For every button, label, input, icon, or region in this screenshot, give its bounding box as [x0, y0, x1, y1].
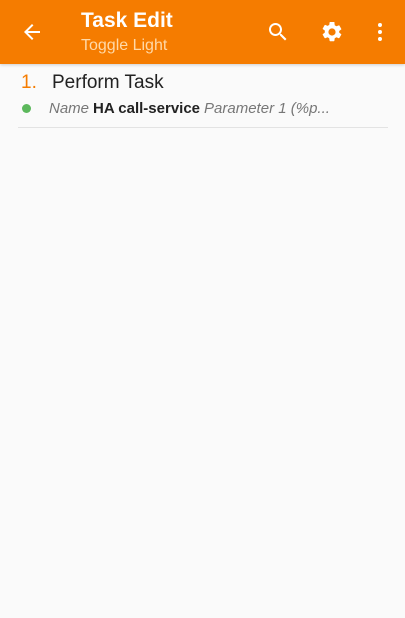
action-number: 1. [21, 72, 37, 93]
action-list: 1. Perform Task Name HA call-service Param… [18, 64, 388, 128]
back-button[interactable] [8, 8, 56, 56]
action-item-perform-task[interactable]: 1. Perform Task Name HA call-service Param… [18, 64, 388, 128]
more-vertical-icon [378, 23, 382, 41]
page-title: Task Edit [81, 9, 173, 32]
title-block: Task Edit Toggle Light [81, 8, 251, 56]
gear-icon [322, 21, 342, 42]
status-dot [22, 104, 31, 113]
action-parameters: Name HA call-service Parameter 1 (%p... [49, 99, 387, 119]
app-bar: Task Edit Toggle Light [0, 0, 405, 64]
param-extra: Parameter 1 (%p... [204, 100, 330, 117]
search-icon [269, 23, 287, 41]
param-value: HA call-service [93, 100, 201, 117]
action-name: Perform Task [52, 72, 164, 93]
settings-button[interactable] [308, 8, 356, 56]
param-label: Name [49, 100, 90, 117]
more-options-button[interactable] [356, 8, 404, 56]
task-subtitle: Toggle Light [81, 37, 168, 54]
task-edit-screen: Task Edit Toggle Light 1. Perform Task N… [0, 0, 405, 618]
search-button[interactable] [254, 8, 302, 56]
arrow-back-icon [24, 24, 40, 40]
